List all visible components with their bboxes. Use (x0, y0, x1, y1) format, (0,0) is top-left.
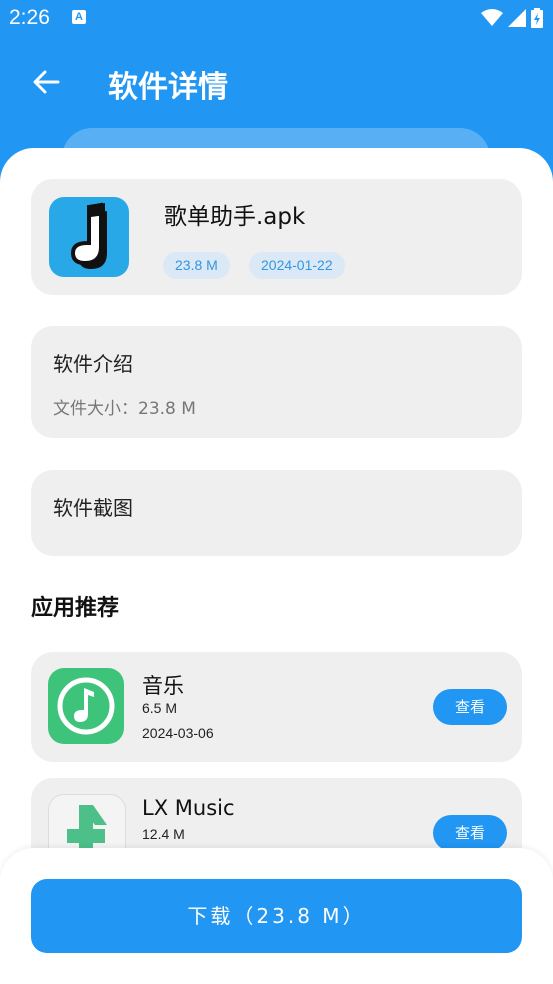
list-item[interactable]: 音乐 6.5 M 2024-03-06 查看 (31, 652, 522, 762)
music-note-icon (57, 677, 115, 735)
app-size-badge: 23.8 M (163, 252, 230, 279)
bottom-bar: 下载（23.8 M） (0, 848, 553, 984)
rec-app-size: 12.4 M (142, 826, 185, 842)
app-name: 歌单助手.apk (164, 204, 306, 230)
status-icons (481, 8, 543, 28)
view-button[interactable]: 查看 (433, 689, 507, 725)
download-button[interactable]: 下载（23.8 M） (31, 879, 522, 953)
app-date-badge: 2024-01-22 (249, 252, 345, 279)
screenshots-card: 软件截图 (31, 470, 522, 556)
page-title: 软件详情 (108, 70, 228, 105)
signal-icon (508, 9, 526, 27)
intro-card: 软件介绍 文件大小：23.8 M (31, 326, 522, 438)
app-info-card: 歌单助手.apk 23.8 M 2024-01-22 (31, 179, 522, 295)
rec-app-size: 6.5 M (142, 700, 178, 716)
recommend-heading: 应用推荐 (31, 596, 120, 621)
battery-icon (531, 8, 543, 28)
app-icon (49, 197, 129, 277)
rec-app-name: 音乐 (142, 674, 184, 698)
view-button[interactable]: 查看 (433, 815, 507, 851)
app-bar: 软件详情 (0, 38, 553, 128)
wifi-icon (481, 9, 503, 26)
notification-a-icon: A (72, 10, 86, 24)
intro-title: 软件介绍 (53, 352, 133, 376)
rec-app-name: LX Music (142, 796, 235, 820)
rec-app-icon (48, 668, 124, 744)
arrow-left-icon[interactable] (30, 66, 62, 98)
intro-text: 文件大小：23.8 M (53, 399, 196, 419)
status-time: 2:26 (9, 6, 50, 29)
rec-app-date: 2024-03-06 (142, 725, 214, 741)
screenshots-title: 软件截图 (53, 496, 133, 520)
status-bar: 2:26 A (0, 0, 553, 38)
music-note-icon (70, 202, 107, 269)
